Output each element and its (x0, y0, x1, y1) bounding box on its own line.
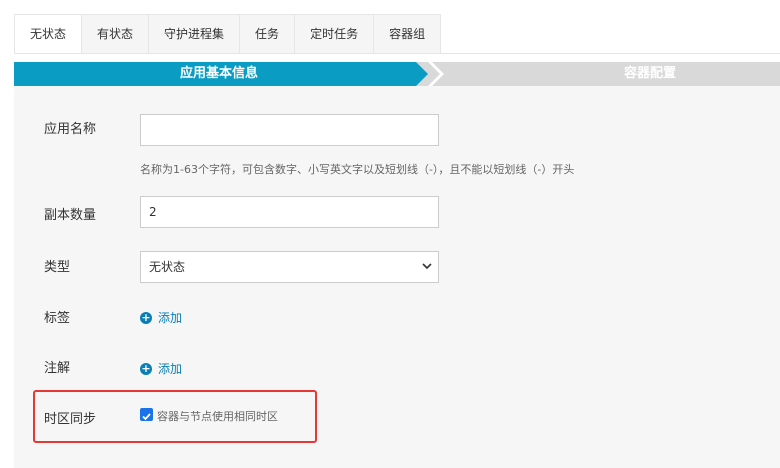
step-container-config: 容器配置 (624, 66, 677, 81)
timezone-sync-checkbox[interactable] (140, 408, 153, 421)
annotations-label: 注解 (44, 361, 71, 376)
step-basic-info: 应用基本信息 (180, 66, 259, 81)
tags-label: 标签 (44, 311, 71, 326)
plus-circle-icon: + (140, 310, 152, 324)
workload-tabs: 无状态 有状态 守护进程集 任务 定时任务 容器组 (14, 14, 442, 54)
app-name-input[interactable] (140, 114, 439, 146)
add-tag-button[interactable]: + 添加 (140, 309, 182, 326)
plus-circle-icon: + (140, 361, 152, 375)
add-tag-label: 添加 (158, 311, 183, 325)
tab-daemonset[interactable]: 守护进程集 (149, 14, 241, 54)
type-select-value: 无状态 (149, 260, 186, 274)
tab-pod[interactable]: 容器组 (374, 14, 442, 54)
replicas-label: 副本数量 (44, 208, 97, 223)
checkmark-icon (142, 413, 151, 421)
chevron-down-icon (422, 263, 432, 270)
tabs-divider (14, 53, 780, 54)
tab-job[interactable]: 任务 (240, 14, 296, 54)
app-name-help: 名称为1-63个字符，可包含数字、小写英文字以及短划线（-），且不能以短划线（-… (140, 163, 575, 176)
type-label: 类型 (44, 260, 71, 275)
type-select[interactable]: 无状态 (140, 251, 439, 283)
tab-stateful[interactable]: 有状态 (82, 14, 150, 54)
replicas-input[interactable]: 2 (140, 196, 439, 228)
tab-cronjob[interactable]: 定时任务 (295, 14, 375, 54)
tab-stateless[interactable]: 无状态 (14, 14, 83, 54)
add-annotation-label: 添加 (158, 362, 183, 376)
timezone-sync-checkbox-label: 容器与节点使用相同时区 (157, 410, 278, 423)
add-annotation-button[interactable]: + 添加 (140, 360, 182, 377)
timezone-sync-label: 时区同步 (44, 412, 97, 427)
wizard-steps: 应用基本信息 容器配置 (14, 62, 780, 86)
app-name-label: 应用名称 (44, 122, 97, 137)
